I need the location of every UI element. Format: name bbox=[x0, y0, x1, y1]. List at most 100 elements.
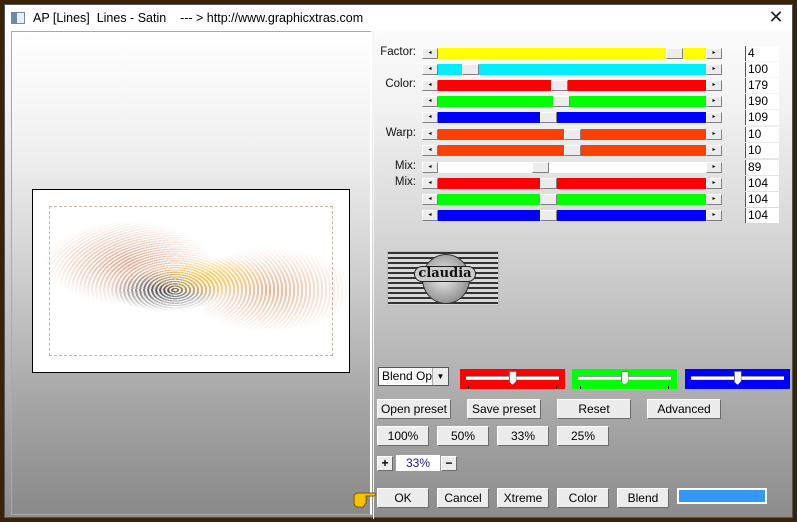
slider-right-arrow-icon[interactable]: ▸ bbox=[706, 48, 722, 59]
zoom-100-button[interactable]: 100% bbox=[377, 426, 429, 446]
chevron-down-icon[interactable]: ▼ bbox=[432, 368, 448, 385]
slider-left-arrow-icon[interactable]: ◂ bbox=[422, 80, 438, 91]
slider-left-arrow-icon[interactable]: ◂ bbox=[422, 129, 438, 140]
slider-track[interactable] bbox=[438, 194, 706, 205]
slider-thumb[interactable] bbox=[539, 210, 557, 221]
slider-label: Mix: bbox=[394, 160, 416, 172]
slider-track[interactable] bbox=[438, 145, 706, 156]
slider-value-field[interactable]: 10 bbox=[745, 127, 779, 142]
slider[interactable]: ◂ ▸ bbox=[422, 96, 722, 107]
panel-divider bbox=[373, 31, 374, 519]
zoom-in-button[interactable]: + bbox=[377, 456, 393, 471]
slider-value-field[interactable]: 4 bbox=[745, 46, 779, 61]
slider-left-arrow-icon[interactable]: ◂ bbox=[422, 96, 438, 107]
slider-thumb[interactable] bbox=[564, 129, 581, 140]
slider-track[interactable] bbox=[438, 129, 706, 140]
advanced-button[interactable]: Advanced bbox=[647, 399, 721, 419]
slider[interactable]: ◂ ▸ bbox=[422, 194, 722, 205]
blend-color-slider[interactable] bbox=[685, 369, 790, 389]
slider-track[interactable] bbox=[438, 80, 706, 91]
slider-left-arrow-icon[interactable]: ◂ bbox=[422, 162, 438, 173]
slider-thumb[interactable] bbox=[539, 194, 557, 205]
slider-right-arrow-icon[interactable]: ▸ bbox=[706, 96, 722, 107]
claudia-logo: claudia bbox=[387, 251, 499, 306]
slider[interactable]: ◂ ▸ bbox=[422, 162, 722, 173]
blend-select-value: Blend Opti bbox=[382, 369, 439, 383]
blend-color-slider[interactable] bbox=[572, 369, 677, 389]
slider[interactable]: ◂ ▸ bbox=[422, 178, 722, 189]
slider-value-field[interactable]: 100 bbox=[745, 62, 779, 77]
slider[interactable]: ◂ ▸ bbox=[422, 145, 722, 156]
slider-right-arrow-icon[interactable]: ▸ bbox=[706, 194, 722, 205]
slider[interactable]: ◂ ▸ bbox=[422, 80, 722, 91]
color-button[interactable]: Color bbox=[557, 488, 609, 508]
slider-thumb[interactable] bbox=[462, 64, 480, 75]
blend-slider-knob[interactable] bbox=[733, 371, 742, 385]
slider-label: Mix: bbox=[394, 176, 416, 188]
zoom-50-button[interactable]: 50% bbox=[437, 426, 489, 446]
color-swatch[interactable] bbox=[677, 488, 767, 504]
save-preset-button[interactable]: Save preset bbox=[467, 399, 541, 419]
slider-track[interactable] bbox=[438, 48, 706, 59]
slider-track[interactable] bbox=[438, 96, 706, 107]
blend-slider-knob[interactable] bbox=[508, 371, 517, 385]
preview-image[interactable] bbox=[32, 189, 350, 373]
slider-right-arrow-icon[interactable]: ▸ bbox=[706, 80, 722, 91]
blend-options-select[interactable]: Blend Opti ▼ bbox=[378, 367, 449, 386]
slider-left-arrow-icon[interactable]: ◂ bbox=[422, 210, 438, 221]
slider[interactable]: ◂ ▸ bbox=[422, 210, 722, 221]
slider-thumb[interactable] bbox=[553, 96, 571, 107]
reset-button[interactable]: Reset bbox=[557, 399, 631, 419]
slider-value-field[interactable]: 10 bbox=[745, 143, 779, 158]
slider-thumb[interactable] bbox=[531, 162, 549, 173]
slider-left-arrow-icon[interactable]: ◂ bbox=[422, 145, 438, 156]
open-preset-button[interactable]: Open preset bbox=[377, 399, 451, 419]
slider-thumb[interactable] bbox=[550, 80, 568, 91]
blend-slider-knob[interactable] bbox=[620, 371, 629, 385]
slider[interactable]: ◂ ▸ bbox=[422, 112, 722, 123]
slider-track[interactable] bbox=[438, 178, 706, 189]
slider-right-arrow-icon[interactable]: ▸ bbox=[706, 178, 722, 189]
slider-value-field[interactable]: 190 bbox=[745, 94, 779, 109]
slider-left-arrow-icon[interactable]: ◂ bbox=[422, 48, 438, 59]
slider-track[interactable] bbox=[438, 112, 706, 123]
blend-button[interactable]: Blend bbox=[617, 488, 669, 508]
slider-right-arrow-icon[interactable]: ▸ bbox=[706, 64, 722, 75]
slider-left-arrow-icon[interactable]: ◂ bbox=[422, 178, 438, 189]
slider-track[interactable] bbox=[438, 162, 706, 173]
slider-value-field[interactable]: 179 bbox=[745, 78, 779, 93]
zoom-level-field[interactable]: 33% bbox=[396, 455, 440, 471]
slider-value-field[interactable]: 89 bbox=[745, 160, 779, 175]
slider-track[interactable] bbox=[438, 64, 706, 75]
slider-left-arrow-icon[interactable]: ◂ bbox=[422, 194, 438, 205]
zoom-25-button[interactable]: 25% bbox=[557, 426, 609, 446]
close-button[interactable]: ✕ bbox=[768, 8, 784, 26]
slider-right-arrow-icon[interactable]: ▸ bbox=[706, 162, 722, 173]
blend-color-slider[interactable] bbox=[460, 369, 565, 389]
slider[interactable]: ◂ ▸ bbox=[422, 129, 722, 140]
slider-thumb[interactable] bbox=[665, 48, 683, 59]
slider-value-field[interactable]: 104 bbox=[745, 208, 779, 223]
zoom-33-button[interactable]: 33% bbox=[497, 426, 549, 446]
slider-right-arrow-icon[interactable]: ▸ bbox=[706, 210, 722, 221]
slider-left-arrow-icon[interactable]: ◂ bbox=[422, 64, 438, 75]
zoom-out-button[interactable]: − bbox=[441, 456, 457, 471]
slider-thumb[interactable] bbox=[564, 145, 581, 156]
xtreme-button[interactable]: Xtreme bbox=[497, 488, 549, 508]
slider-track[interactable] bbox=[438, 210, 706, 221]
slider-value-field[interactable]: 109 bbox=[745, 110, 779, 125]
cancel-button[interactable]: Cancel bbox=[437, 488, 489, 508]
slider-left-arrow-icon[interactable]: ◂ bbox=[422, 112, 438, 123]
slider[interactable]: ◂ ▸ bbox=[422, 64, 722, 75]
slider[interactable]: ◂ ▸ bbox=[422, 48, 722, 59]
slider-value-field[interactable]: 104 bbox=[745, 192, 779, 207]
slider-right-arrow-icon[interactable]: ▸ bbox=[706, 112, 722, 123]
logo-text: claudia bbox=[414, 266, 476, 282]
preview-panel bbox=[11, 31, 372, 515]
slider-thumb[interactable] bbox=[539, 112, 557, 123]
slider-right-arrow-icon[interactable]: ▸ bbox=[706, 129, 722, 140]
ok-button[interactable]: OK bbox=[377, 488, 429, 508]
slider-right-arrow-icon[interactable]: ▸ bbox=[706, 145, 722, 156]
slider-value-field[interactable]: 104 bbox=[745, 176, 779, 191]
slider-thumb[interactable] bbox=[539, 178, 557, 189]
